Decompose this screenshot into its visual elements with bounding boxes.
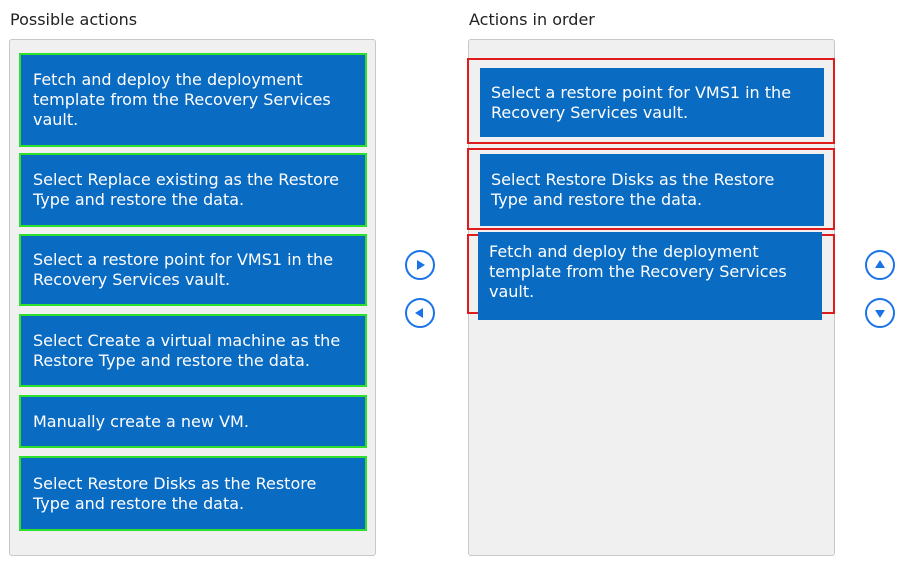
- ordered-action-slot: Fetch and deploy the deployment template…: [467, 232, 835, 320]
- ordered-action-label: Fetch and deploy the deployment template…: [489, 242, 787, 301]
- move-down-button[interactable]: [865, 298, 895, 328]
- actions-in-order-heading: Actions in order: [469, 10, 595, 29]
- play-right-icon: [417, 260, 425, 270]
- ordered-action-item[interactable]: Select Restore Disks as the Restore Type…: [480, 154, 824, 226]
- arrow-up-icon: [875, 260, 885, 268]
- possible-actions-panel: Fetch and deploy the deployment template…: [9, 39, 376, 556]
- ordered-action-item[interactable]: Fetch and deploy the deployment template…: [478, 232, 822, 320]
- possible-action-label: Fetch and deploy the deployment template…: [33, 70, 331, 129]
- ordered-action-slot: Select Restore Disks as the Restore Type…: [467, 148, 835, 230]
- ordered-action-slot: Select a restore point for VMS1 in the R…: [467, 58, 835, 144]
- ordered-action-label: Select a restore point for VMS1 in the R…: [491, 82, 792, 122]
- possible-action-item[interactable]: Manually create a new VM.: [19, 395, 367, 448]
- possible-action-item[interactable]: Select Restore Disks as the Restore Type…: [19, 456, 367, 531]
- move-left-button[interactable]: [405, 298, 435, 328]
- possible-action-label: Select Create a virtual machine as the R…: [33, 330, 341, 370]
- possible-action-item[interactable]: Fetch and deploy the deployment template…: [19, 53, 367, 147]
- possible-action-label: Select Replace existing as the Restore T…: [33, 170, 340, 209]
- arrow-down-icon: [875, 310, 885, 318]
- move-right-button[interactable]: [405, 250, 435, 280]
- possible-action-item[interactable]: Select Create a virtual machine as the R…: [19, 314, 367, 387]
- ordered-action-label: Select Restore Disks as the Restore Type…: [491, 170, 775, 209]
- possible-actions-heading: Possible actions: [10, 10, 138, 29]
- possible-action-label: Select Restore Disks as the Restore Type…: [33, 473, 317, 513]
- possible-action-item[interactable]: Select Replace existing as the Restore T…: [19, 153, 367, 227]
- possible-action-item[interactable]: Select a restore point for VMS1 in the R…: [19, 234, 367, 306]
- possible-action-label: Select a restore point for VMS1 in the R…: [33, 250, 334, 289]
- ordered-action-item[interactable]: Select a restore point for VMS1 in the R…: [480, 68, 824, 137]
- possible-action-label: Manually create a new VM.: [33, 411, 249, 431]
- play-left-icon: [415, 308, 423, 318]
- move-up-button[interactable]: [865, 250, 895, 280]
